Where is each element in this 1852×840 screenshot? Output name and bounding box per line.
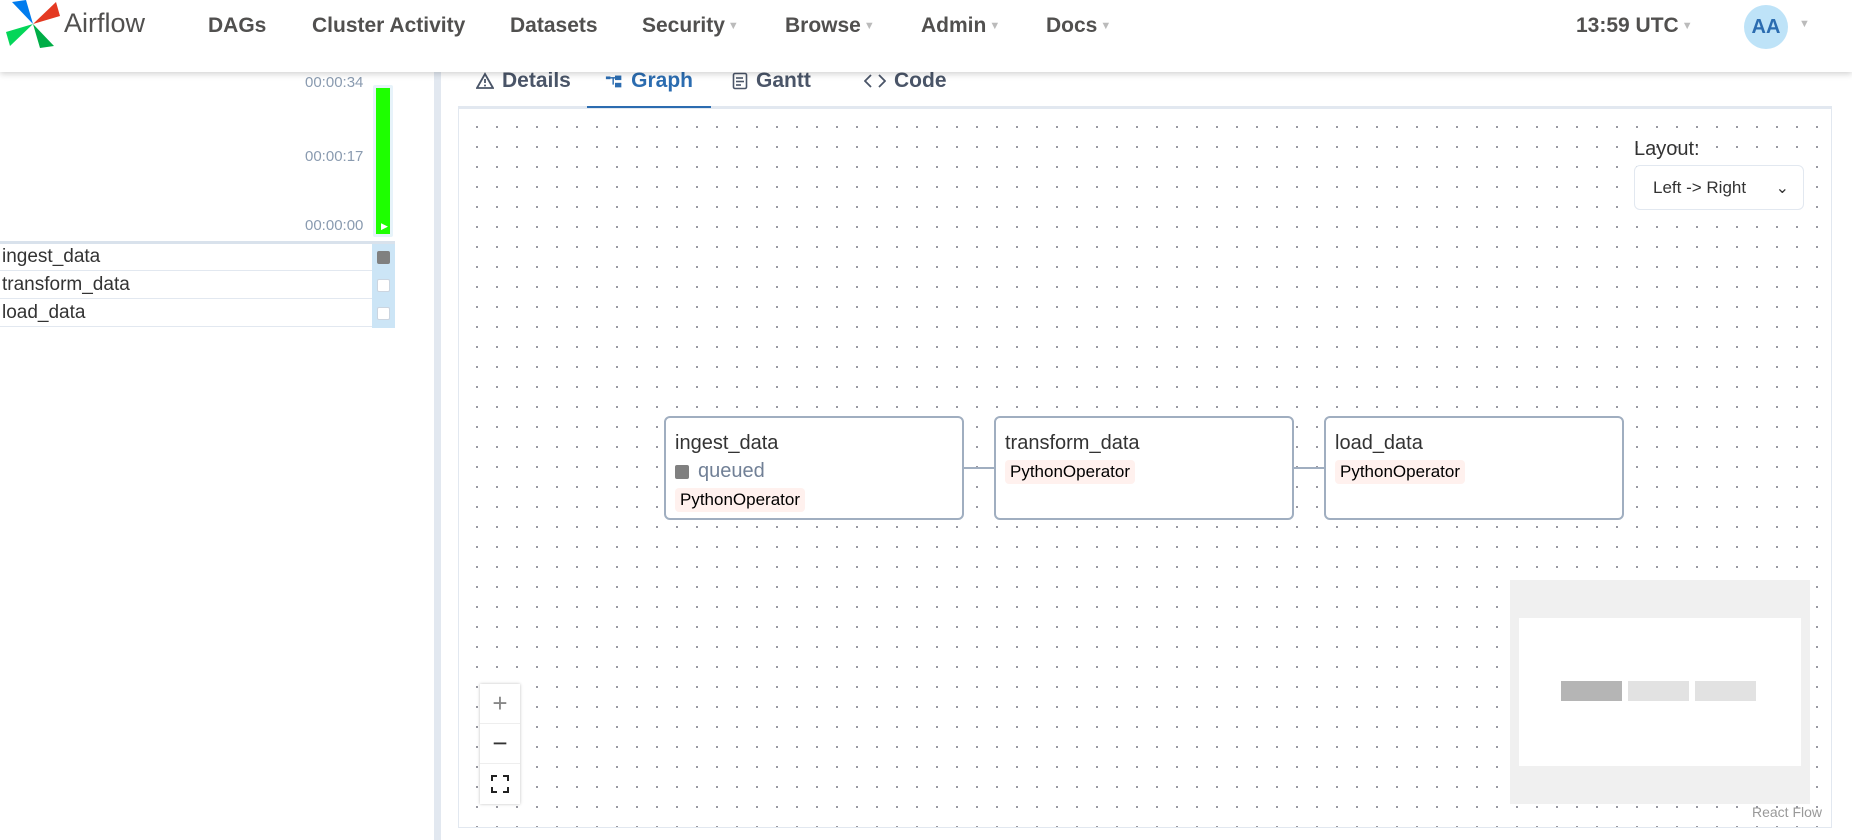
task-instance-cell[interactable] [372,244,395,272]
caret-down-icon: ▼ [1100,20,1112,33]
play-icon: ▶ [381,221,388,231]
task-status-square [377,251,390,264]
graph-edge [1294,467,1326,469]
chevron-down-icon: ⌄ [1775,180,1789,197]
grid-pane [0,72,432,840]
layout-label: Layout: [1634,138,1700,160]
caret-down-icon[interactable]: ▼ [1799,18,1810,30]
node-task-name: load_data [1335,432,1423,454]
fit-view-button[interactable] [480,764,520,804]
graph-node-transform-data[interactable]: transform_data PythonOperator [994,416,1294,520]
caret-down-icon: ▼ [1681,20,1693,33]
graph-edge [964,467,996,469]
zoom-in-button[interactable]: + [480,684,520,724]
node-task-name: transform_data [1005,432,1140,454]
node-task-name: ingest_data [675,432,779,454]
minimap-viewport[interactable] [1519,618,1801,766]
graph-minimap[interactable] [1510,580,1810,804]
nav-cluster-activity[interactable]: Cluster Activity [312,14,465,38]
nav-browse[interactable]: Browse ▼ [785,14,875,38]
top-navbar: Airflow DAGs Cluster Activity Datasets S… [0,0,1852,72]
minimap-node [1561,681,1622,701]
task-instance-cell[interactable] [372,272,395,300]
task-row[interactable]: transform_data [0,272,372,299]
nav-datasets[interactable]: Datasets [510,14,598,38]
code-brackets-icon [864,74,886,88]
task-row[interactable]: ingest_data [0,244,372,271]
plus-icon: + [492,688,508,718]
task-instance-cell[interactable] [372,300,395,328]
graph-node-load-data[interactable]: load_data PythonOperator [1324,416,1624,520]
nav-docs[interactable]: Docs ▼ [1046,14,1111,38]
minimap-node [1695,681,1756,701]
user-avatar[interactable]: AA [1744,5,1788,49]
nav-dags[interactable]: DAGs [208,14,266,38]
nav-security[interactable]: Security ▼ [642,14,739,38]
pane-resize-handle[interactable] [434,72,441,840]
airflow-logo-icon[interactable] [6,0,60,48]
fit-view-icon [491,775,509,793]
duration-tick: 00:00:00 [305,217,364,234]
duration-tick: 00:00:17 [305,148,364,165]
react-flow-attribution[interactable]: React Flow [1752,804,1822,820]
minus-icon: − [492,728,508,758]
zoom-controls: + − [480,684,520,804]
dag-run-bar[interactable]: ▶ [373,85,393,237]
zoom-out-button[interactable]: − [480,724,520,764]
node-operator-badge: PythonOperator [1005,460,1136,484]
caret-down-icon: ▼ [727,20,739,33]
brand-name[interactable]: Airflow [64,8,145,39]
task-row[interactable]: load_data [0,300,372,327]
caret-down-icon: ▼ [989,20,1001,33]
graph-icon [605,75,622,88]
timezone-clock[interactable]: 13:59 UTC ▼ [1576,14,1693,38]
task-status-square [377,307,390,320]
gantt-document-icon [732,72,748,90]
node-operator-badge: PythonOperator [1335,460,1466,484]
graph-node-ingest-data[interactable]: ingest_data queued PythonOperator [664,416,964,520]
minimap-node [1628,681,1689,701]
nav-admin[interactable]: Admin ▼ [921,14,1000,38]
node-operator-badge: PythonOperator [675,488,806,512]
caret-down-icon: ▼ [863,20,875,33]
duration-tick: 00:00:34 [305,74,364,91]
warning-triangle-icon [476,72,494,89]
node-task-state: queued [675,460,765,483]
state-square-icon [675,464,689,479]
layout-select[interactable]: Left -> Right ⌄ [1634,165,1804,210]
task-status-square [377,279,390,292]
